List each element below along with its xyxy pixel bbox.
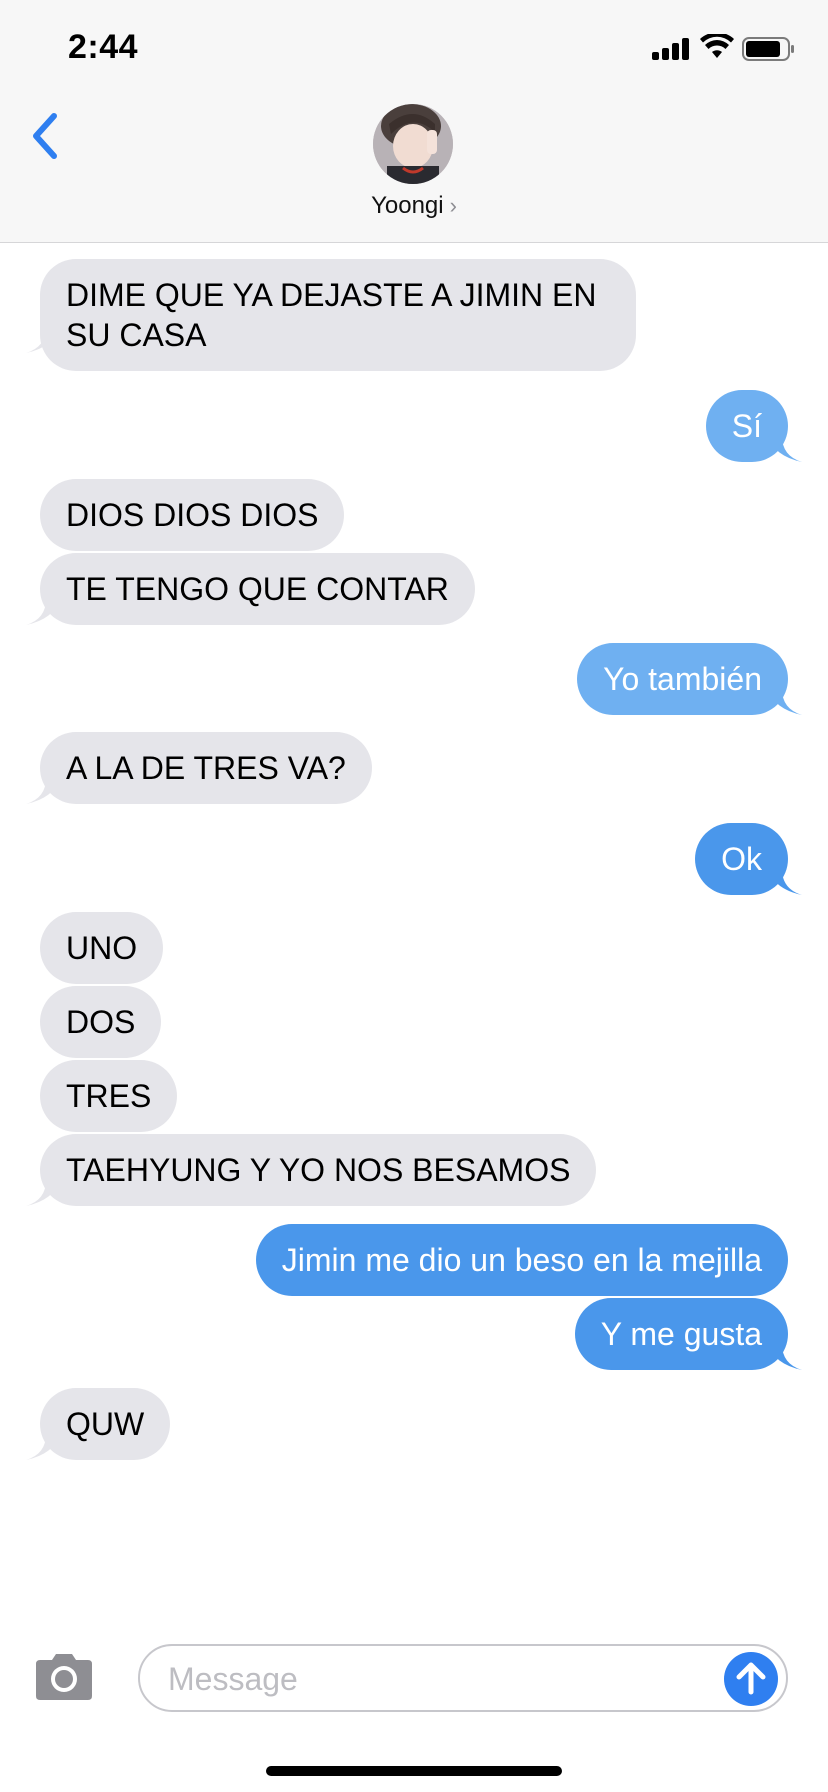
incoming-message-bubble[interactable]: TAEHYUNG Y YO NOS BESAMOS (40, 1134, 597, 1206)
contact-avatar[interactable] (373, 104, 453, 184)
bubble-tail (768, 689, 802, 715)
bubble-tail (26, 778, 60, 804)
contact-name[interactable]: Yoongi › (0, 192, 828, 220)
conversation-header: 2:44 Yoongi › (0, 0, 828, 243)
bubble-tail (26, 1434, 60, 1460)
bubble-tail (26, 599, 60, 625)
incoming-message-bubble[interactable]: UNO (40, 912, 164, 984)
outgoing-message-bubble[interactable]: Yo también (577, 643, 788, 715)
outgoing-message-bubble[interactable]: Jimin me dio un beso en la mejilla (255, 1224, 788, 1296)
contact-name-label: Yoongi (371, 192, 444, 219)
message-input-field[interactable] (138, 1644, 788, 1712)
bubble-tail (768, 869, 802, 895)
bubble-tail (26, 1180, 60, 1206)
incoming-message-bubble[interactable]: DIME QUE YA DEJASTE A JIMIN EN SU CASA (40, 259, 636, 371)
message-input[interactable] (166, 1656, 690, 1702)
incoming-message-bubble[interactable]: DOS (40, 986, 162, 1058)
outgoing-message-bubble[interactable]: Y me gusta (574, 1298, 788, 1370)
message-thread[interactable]: DIME QUE YA DEJASTE A JIMIN EN SU CASA S… (0, 243, 828, 1623)
incoming-message-bubble[interactable]: TRES (40, 1060, 178, 1132)
arrow-up-icon (736, 1662, 766, 1695)
back-chevron-icon[interactable] (28, 112, 62, 160)
send-button[interactable] (724, 1652, 778, 1706)
wifi-icon (700, 34, 734, 58)
incoming-message-bubble[interactable]: A LA DE TRES VA? (40, 732, 372, 804)
incoming-message-bubble[interactable]: TE TENGO QUE CONTAR (40, 553, 475, 625)
incoming-message-bubble[interactable]: DIOS DIOS DIOS (40, 479, 345, 551)
camera-icon[interactable] (32, 1652, 96, 1702)
home-indicator[interactable] (266, 1766, 562, 1776)
bubble-tail (26, 327, 60, 353)
bubble-tail (768, 436, 802, 462)
bubble-tail (768, 1344, 802, 1370)
chevron-right-icon: › (449, 193, 457, 218)
battery-icon (742, 37, 794, 61)
status-time: 2:44 (68, 28, 139, 66)
cellular-signal-icon (652, 38, 692, 60)
